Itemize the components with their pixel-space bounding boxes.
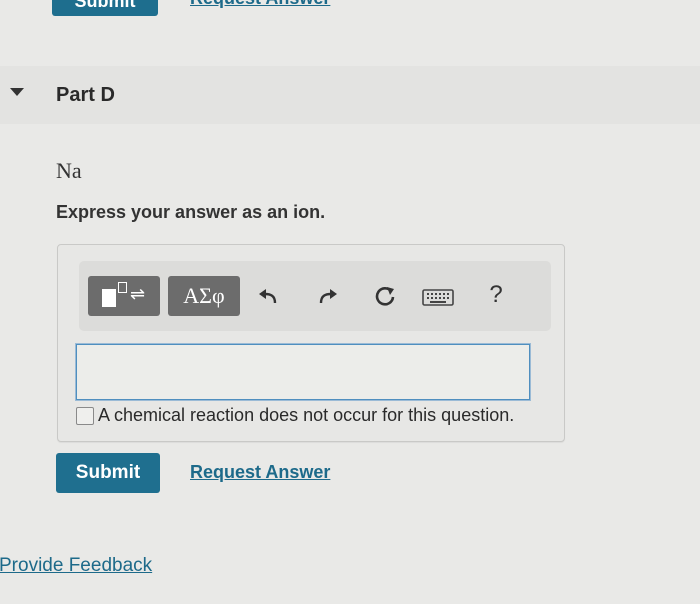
instruction-text: Express your answer as an ion. <box>56 202 326 222</box>
symbols-button[interactable]: ΑΣφ <box>168 276 240 316</box>
undo-icon[interactable] <box>255 283 283 311</box>
help-icon[interactable]: ? <box>482 281 510 309</box>
previous-submit-button[interactable]: Submit <box>52 0 158 16</box>
previous-request-answer-link[interactable]: Request Answer <box>190 0 330 9</box>
part-header[interactable]: Part D <box>0 66 700 124</box>
provide-feedback-link[interactable]: Provide Feedback <box>0 555 152 577</box>
previous-part-actions: Submit Request Answer <box>0 0 700 22</box>
keyboard-icon[interactable] <box>421 283 455 311</box>
submit-button[interactable]: Submit <box>56 453 160 493</box>
element-symbol: Na <box>56 158 82 183</box>
math-toolbar: ⇌ ΑΣφ ? <box>79 261 551 331</box>
redo-icon[interactable] <box>313 283 341 311</box>
answer-panel: ⇌ ΑΣφ ? A chemical reaction does not occ… <box>57 244 565 442</box>
no-reaction-label: A chemical reaction does not occur for t… <box>98 405 515 425</box>
templates-button[interactable]: ⇌ <box>88 276 160 316</box>
no-reaction-checkbox[interactable] <box>76 406 94 425</box>
part-title: Part D <box>56 84 115 106</box>
no-reaction-option[interactable]: A chemical reaction does not occur for t… <box>76 405 514 426</box>
reset-icon[interactable] <box>371 283 399 311</box>
answer-input[interactable] <box>76 344 530 400</box>
request-answer-link[interactable]: Request Answer <box>190 462 330 483</box>
chevron-down-icon[interactable] <box>10 88 24 96</box>
